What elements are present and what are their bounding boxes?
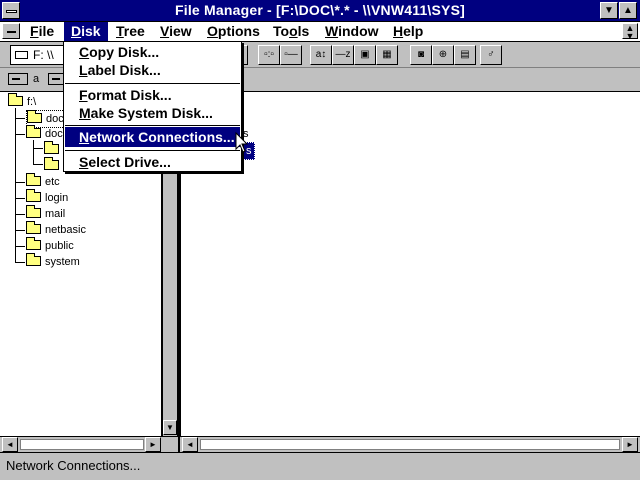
sort-type-icon[interactable]: —z [332, 45, 354, 65]
drive-a-label[interactable]: a [33, 73, 39, 85]
scroll-right-button[interactable]: ► [145, 437, 161, 452]
sort-name-icon[interactable]: a↕ [310, 45, 332, 65]
drive-select-value: F: \\ [33, 48, 54, 62]
tree-item-system[interactable]: system [26, 253, 80, 270]
sort-by-name-icon[interactable]: ▫:▫ [258, 45, 280, 65]
folder-icon [26, 173, 41, 186]
menu-format-disk[interactable]: Format Disk... [65, 85, 240, 105]
folder-icon [8, 93, 23, 106]
scrollbar-corner [162, 436, 178, 452]
title-bar[interactable]: File Manager - [F:\DOC\*.* - \\VNW411\SY… [0, 0, 640, 22]
menu-make-system-disk[interactable]: Make System Disk... [65, 103, 240, 123]
menu-separator [65, 125, 240, 126]
menu-separator [65, 83, 240, 84]
scroll-left-button[interactable]: ◄ [182, 437, 198, 452]
drive-select[interactable]: F: \\ [10, 45, 68, 65]
scroll-left-button[interactable]: ◄ [2, 437, 18, 452]
network-drive-icon [15, 51, 28, 59]
status-text: Network Connections... [6, 458, 141, 473]
menu-copy-disk[interactable]: Copy Disk... [65, 42, 240, 62]
tree-root[interactable]: f:\ [8, 93, 36, 110]
tree-item-netbasic[interactable]: netbasic [26, 221, 86, 238]
tree-item-etc[interactable]: etc [26, 173, 60, 190]
window-title: File Manager - [F:\DOC\*.* - \\VNW411\SY… [174, 2, 465, 18]
tree-item-mail[interactable]: mail [26, 205, 65, 222]
menu-tools[interactable]: Tools [266, 22, 316, 41]
child-restore-button[interactable]: ▲ ▼ [622, 23, 638, 41]
menu-disk[interactable]: Disk [64, 22, 108, 41]
floppy-drive-icon[interactable] [8, 73, 28, 85]
disk-menu-dropdown: Copy Disk... Label Disk... Format Disk..… [63, 41, 242, 172]
maximize-button[interactable]: ▲ [619, 2, 637, 19]
menu-select-drive[interactable]: Select Drive... [65, 152, 240, 172]
scroll-down-button[interactable]: ▼ [163, 420, 177, 435]
menu-tree[interactable]: Tree [109, 22, 152, 41]
new-window-icon[interactable]: ◙ [410, 45, 432, 65]
folder-icon [44, 157, 59, 170]
tree-item-login[interactable]: login [26, 189, 68, 206]
menu-help[interactable]: Help [386, 22, 430, 41]
tree-item[interactable]: doc [26, 125, 63, 142]
tree-subfolder[interactable] [44, 157, 63, 174]
menu-options[interactable]: Options [200, 22, 267, 41]
folder-icon [26, 237, 41, 250]
folder-icon [26, 205, 41, 218]
create-directory-icon[interactable]: ⊕ [432, 45, 454, 65]
print-icon[interactable]: ▤ [454, 45, 476, 65]
menu-view[interactable]: View [153, 22, 199, 41]
folder-icon [26, 221, 41, 234]
child-system-menu-button[interactable] [2, 23, 20, 39]
sort-date-icon[interactable]: ▦ [376, 45, 398, 65]
sort-by-type-icon[interactable]: ▫— [280, 45, 302, 65]
folder-icon [26, 125, 41, 138]
menu-network-connections[interactable]: Network Connections... [65, 127, 240, 147]
menu-window[interactable]: Window [318, 22, 386, 41]
tree-item-public[interactable]: public [26, 237, 74, 254]
minimize-button[interactable]: ▼ [600, 2, 618, 19]
sort-size-icon[interactable]: ▣ [354, 45, 376, 65]
tools-icon[interactable]: ♂ [480, 45, 502, 65]
scroll-right-button[interactable]: ► [622, 437, 638, 452]
directory-contents-pane[interactable]: s s [180, 92, 640, 436]
status-bar: Network Connections... [0, 452, 640, 480]
menu-file[interactable]: File [23, 22, 61, 41]
contents-horizontal-scrollbar[interactable]: ◄ ► [180, 436, 640, 452]
tree-subfolder[interactable] [44, 141, 63, 158]
folder-icon [44, 141, 59, 154]
tree-horizontal-scrollbar[interactable]: ◄ ► [0, 436, 162, 452]
menu-separator [65, 150, 240, 151]
folder-icon [26, 253, 41, 266]
menu-bar: File Disk Tree View Options Tools Window… [0, 22, 640, 42]
mouse-pointer-icon [235, 132, 249, 153]
open-folder-icon [27, 110, 42, 123]
menu-label-disk[interactable]: Label Disk... [65, 60, 240, 80]
folder-icon [26, 189, 41, 202]
